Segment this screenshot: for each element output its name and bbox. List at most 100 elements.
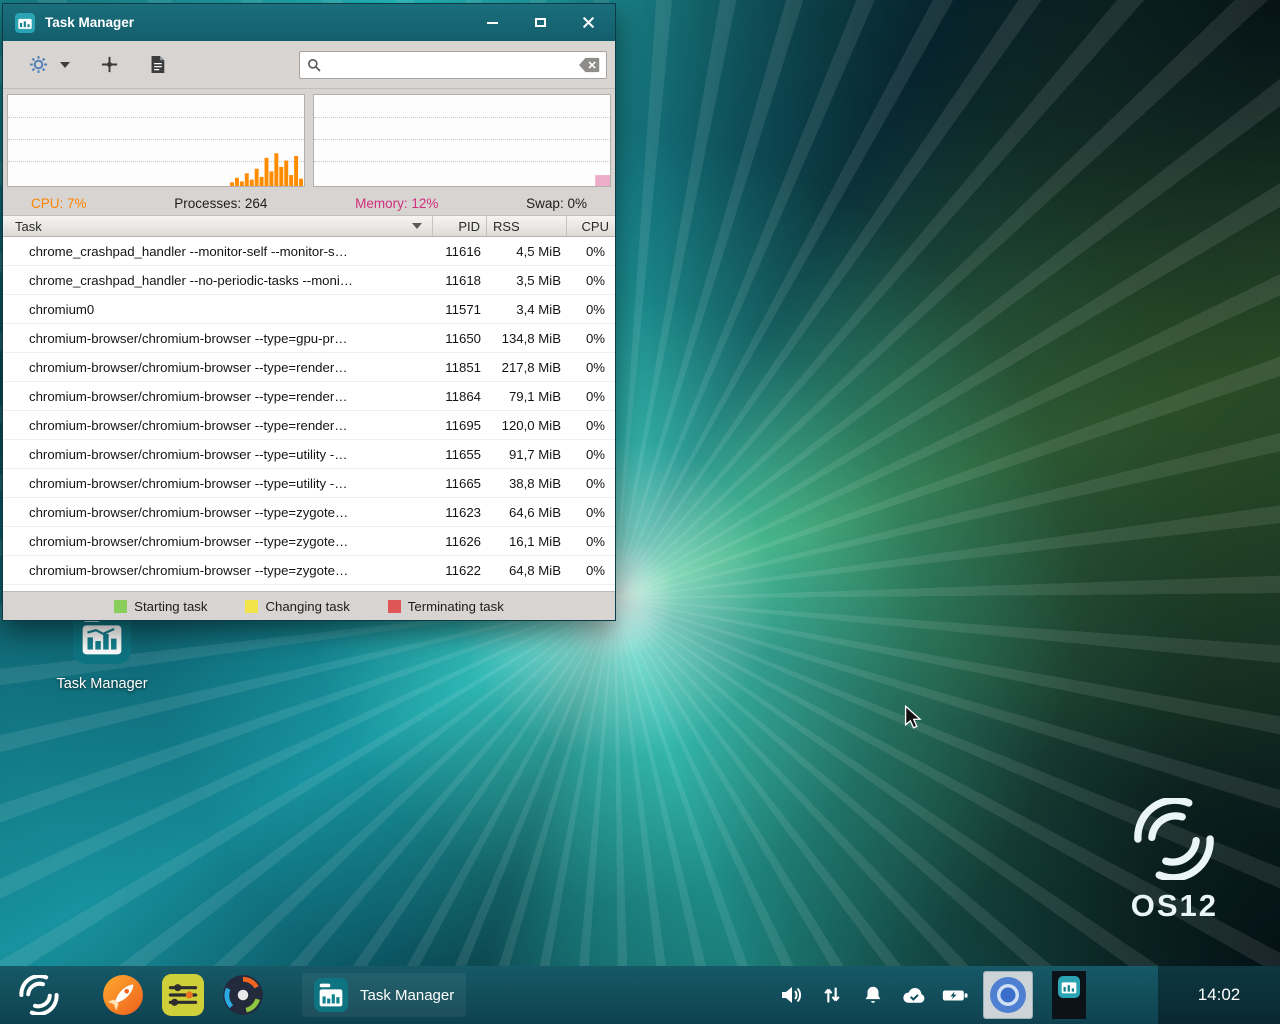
table-row[interactable]: chromium-browser/chromium-browser --type…: [3, 498, 615, 527]
chromium-window-button[interactable]: [983, 971, 1033, 1019]
column-header-cpu[interactable]: CPU: [567, 216, 615, 236]
apps-circle-icon: [222, 974, 264, 1016]
network-traffic-button[interactable]: [819, 982, 845, 1008]
cell-cpu: 0%: [567, 534, 615, 549]
table-row[interactable]: chromium-browser/chromium-browser --type…: [3, 527, 615, 556]
cell-task: chromium-browser/chromium-browser --type…: [3, 505, 433, 520]
clock-segment[interactable]: 14:02: [1158, 966, 1280, 1024]
table-row[interactable]: chromium-browser/chromium-browser --type…: [3, 382, 615, 411]
cell-pid: 11571: [433, 302, 487, 317]
cell-task: chromium-browser/chromium-browser --type…: [3, 534, 433, 549]
cell-task: chrome_crashpad_handler --monitor-self -…: [3, 244, 433, 259]
search-input[interactable]: [328, 57, 572, 72]
table-row[interactable]: chrome_crashpad_handler --monitor-self -…: [3, 237, 615, 266]
process-table-body: chrome_crashpad_handler --monitor-self -…: [3, 237, 615, 591]
mouse-cursor: [903, 705, 925, 729]
cell-pid: 11623: [433, 505, 487, 520]
mixer-icon: [162, 974, 204, 1016]
document-icon: [149, 55, 166, 74]
table-row[interactable]: chromium-browser/chromium-browser --type…: [3, 353, 615, 382]
taskbar-task-label: Task Manager: [360, 987, 454, 1004]
cell-rss: 120,0 MiB: [487, 418, 567, 433]
cell-rss: 217,8 MiB: [487, 360, 567, 375]
mixer-launcher-button[interactable]: [162, 974, 204, 1016]
updown-arrows-icon: [821, 983, 843, 1007]
volume-button[interactable]: [778, 982, 804, 1008]
swap-stat: Swap: 0%: [526, 196, 587, 211]
processes-stat: Processes: 264: [174, 196, 267, 211]
cell-pid: 11695: [433, 418, 487, 433]
task-manager-tray-button[interactable]: [1052, 971, 1086, 1019]
close-button[interactable]: [575, 12, 601, 34]
cell-pid: 11864: [433, 389, 487, 404]
speaker-icon: [779, 983, 803, 1007]
column-label: PID: [458, 219, 480, 234]
os-menu-button[interactable]: [18, 974, 60, 1016]
column-label: CPU: [582, 219, 609, 234]
cpu-sparkline: [8, 95, 304, 186]
minimize-button[interactable]: [479, 12, 505, 34]
sort-descending-icon: [412, 223, 422, 229]
maximize-icon: [535, 18, 546, 27]
legend-terminating-task: Terminating task: [388, 599, 504, 614]
graphs-row: [3, 89, 615, 191]
settings-button[interactable]: [21, 48, 78, 82]
settings-caret-icon: [60, 62, 70, 68]
apps-launcher-button[interactable]: [222, 974, 264, 1016]
window-title: Task Manager: [45, 15, 457, 30]
cell-pid: 11655: [433, 447, 487, 462]
table-row[interactable]: chromium-browser/chromium-browser --type…: [3, 440, 615, 469]
show-log-button[interactable]: [141, 48, 174, 82]
legend-label: Terminating task: [408, 599, 504, 614]
taskbar-clock: 14:02: [1198, 985, 1241, 1005]
table-row[interactable]: chromium-browser/chromium-browser --type…: [3, 411, 615, 440]
table-row[interactable]: chromium-browser/chromium-browser --type…: [3, 556, 615, 585]
rocket-launcher-button[interactable]: [102, 974, 144, 1016]
cell-rss: 38,8 MiB: [487, 476, 567, 491]
cell-pid: 11851: [433, 360, 487, 375]
cell-rss: 3,5 MiB: [487, 273, 567, 288]
cell-task: chromium-browser/chromium-browser --type…: [3, 476, 433, 491]
taskbar-task-manager-button[interactable]: Task Manager: [302, 973, 466, 1017]
cloud-sync-button[interactable]: [901, 982, 927, 1008]
gear-icon: [29, 55, 48, 74]
notifications-button[interactable]: [860, 982, 886, 1008]
changing-task-swatch: [245, 600, 258, 613]
table-header: Task PID RSS CPU: [3, 215, 615, 237]
cell-task: chromium-browser/chromium-browser --type…: [3, 389, 433, 404]
taskbar: Task Manager: [0, 966, 1280, 1024]
cell-pid: 11616: [433, 244, 487, 259]
table-row[interactable]: chromium0115713,4 MiB0%: [3, 295, 615, 324]
cell-task: chromium-browser/chromium-browser --type…: [3, 331, 433, 346]
legend-starting-task: Starting task: [114, 599, 207, 614]
desktop-icon-label: Task Manager: [46, 676, 158, 692]
table-row[interactable]: chromium-browser/chromium-browser --type…: [3, 324, 615, 353]
cell-cpu: 0%: [567, 563, 615, 578]
cloud-icon: [901, 985, 927, 1006]
crosshair-icon: [100, 55, 119, 74]
pick-process-button[interactable]: [92, 48, 127, 82]
cell-cpu: 0%: [567, 331, 615, 346]
cell-task: chromium-browser/chromium-browser --type…: [3, 563, 433, 578]
column-header-pid[interactable]: PID: [433, 216, 487, 236]
cell-cpu: 0%: [567, 360, 615, 375]
clear-search-icon[interactable]: [578, 57, 600, 73]
battery-button[interactable]: [942, 982, 968, 1008]
table-row[interactable]: chromium-browser/chromium-browser --type…: [3, 469, 615, 498]
legend-label: Changing task: [265, 599, 349, 614]
cell-task: chromium-browser/chromium-browser --type…: [3, 360, 433, 375]
column-header-task[interactable]: Task: [3, 216, 433, 236]
starting-task-swatch: [114, 600, 127, 613]
cell-task: chromium-browser/chromium-browser --type…: [3, 447, 433, 462]
maximize-button[interactable]: [527, 12, 553, 34]
cell-task: chromium-browser/chromium-browser --type…: [3, 418, 433, 433]
os-logo-icon: [1133, 798, 1215, 880]
column-header-rss[interactable]: RSS: [487, 216, 567, 236]
window-titlebar-icon: [15, 13, 35, 33]
legend-bar: Starting task Changing task Terminating …: [3, 591, 615, 620]
window-titlebar[interactable]: Task Manager: [3, 4, 615, 41]
table-row[interactable]: chrome_crashpad_handler --no-periodic-ta…: [3, 266, 615, 295]
cell-rss: 79,1 MiB: [487, 389, 567, 404]
cpu-graph: [7, 94, 305, 187]
battery-charging-icon: [942, 987, 968, 1004]
